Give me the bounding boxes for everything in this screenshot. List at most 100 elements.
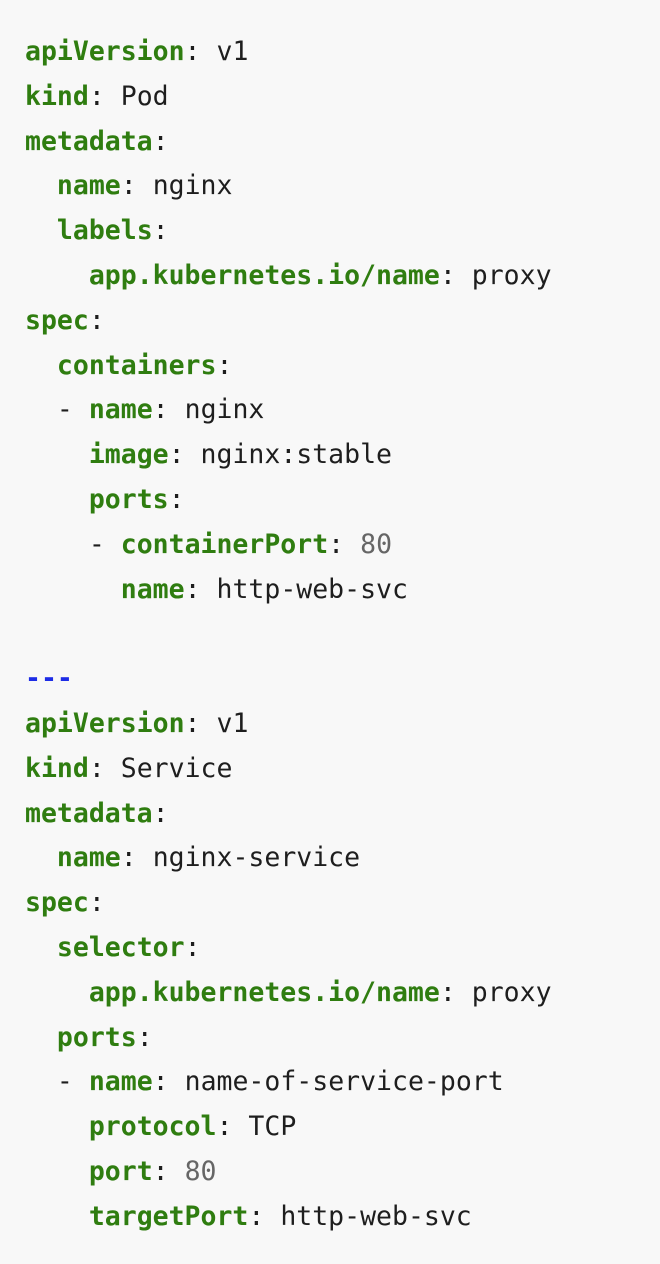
colon: : <box>152 125 169 157</box>
colon: : <box>248 1200 265 1232</box>
code-line: ports: <box>25 1016 660 1061</box>
yaml-key: app.kubernetes.io/name <box>88 259 440 291</box>
yaml-value: nginx:stable <box>200 439 392 471</box>
code-line: - name: name-of-service-port <box>25 1060 660 1105</box>
yaml-code-block: apiVersion: v1 kind: Pod metadata: name: n… <box>0 0 660 1264</box>
yaml-key: metadata <box>25 125 153 157</box>
code-line: app.kubernetes.io/name: proxy <box>25 254 660 299</box>
yaml-key: targetPort <box>88 1200 249 1232</box>
yaml-key: image <box>88 439 169 471</box>
colon: : <box>439 976 456 1008</box>
colon: : <box>152 1066 169 1098</box>
yaml-value: http-web-svc <box>280 1200 472 1232</box>
yaml-key: name <box>56 170 121 202</box>
yaml-key: selector <box>56 931 185 963</box>
yaml-key: name <box>88 1066 153 1098</box>
yaml-key: name <box>88 394 153 426</box>
colon: : <box>168 483 185 515</box>
colon: : <box>216 1111 233 1143</box>
yaml-number-value: 80 <box>184 1155 217 1187</box>
colon: : <box>439 259 456 291</box>
colon: : <box>184 36 201 67</box>
code-line: name: http-web-svc <box>25 568 660 613</box>
yaml-value: nginx <box>184 394 265 426</box>
yaml-key: protocol <box>88 1111 217 1143</box>
list-dash: - <box>56 394 89 426</box>
code-line: - containerPort: 80 <box>25 523 660 568</box>
colon: : <box>88 304 105 336</box>
yaml-key: ports <box>56 1021 137 1053</box>
yaml-key: spec <box>25 887 89 919</box>
list-dash: - <box>88 528 121 560</box>
colon: : <box>152 797 169 829</box>
yaml-key: spec <box>25 304 89 336</box>
document-separator: --- <box>25 663 73 695</box>
yaml-value: http-web-svc <box>216 573 408 605</box>
yaml-value: Pod <box>120 80 169 112</box>
colon: : <box>184 573 201 605</box>
code-line: name: nginx <box>25 164 660 209</box>
yaml-key: ports <box>88 483 169 515</box>
yaml-value: name-of-service-port <box>184 1066 504 1098</box>
colon: : <box>88 80 105 112</box>
code-line: apiVersion: v1 <box>25 30 660 75</box>
colon: : <box>152 215 169 247</box>
yaml-value: Service <box>120 752 233 784</box>
code-line: ports: <box>25 478 660 523</box>
colon: : <box>152 394 169 426</box>
colon: : <box>120 170 137 202</box>
yaml-key: labels <box>56 215 153 247</box>
yaml-value: proxy <box>471 976 552 1008</box>
yaml-key: kind <box>25 752 89 784</box>
code-line: - name: nginx <box>25 388 660 433</box>
colon: : <box>88 887 105 919</box>
code-line: spec: <box>25 881 660 926</box>
list-dash: - <box>56 1066 89 1098</box>
code-line: labels: <box>25 209 660 254</box>
code-line: kind: Pod <box>25 75 660 120</box>
yaml-value: v1 <box>216 707 249 739</box>
yaml-key: app.kubernetes.io/name <box>88 976 440 1008</box>
yaml-key: kind <box>25 80 89 112</box>
code-line: apiVersion: v1 <box>25 702 660 747</box>
colon: : <box>136 1021 153 1053</box>
yaml-value: proxy <box>471 259 552 291</box>
yaml-key: name <box>120 573 185 605</box>
yaml-key: name <box>56 842 121 874</box>
code-line: metadata: <box>25 792 660 837</box>
code-line: kind: Service <box>25 747 660 792</box>
colon: : <box>216 349 233 381</box>
yaml-value: nginx <box>152 170 233 202</box>
yaml-value: nginx-service <box>152 842 361 874</box>
colon: : <box>184 931 201 963</box>
yaml-key: apiVersion <box>25 36 185 67</box>
code-line: selector: <box>25 926 660 971</box>
code-line: name: nginx-service <box>25 836 660 881</box>
code-line: protocol: TCP <box>25 1105 660 1150</box>
code-line: targetPort: http-web-svc <box>25 1195 660 1240</box>
colon: : <box>152 1155 169 1187</box>
code-line: app.kubernetes.io/name: proxy <box>25 971 660 1016</box>
colon: : <box>184 707 201 739</box>
yaml-value: v1 <box>216 36 249 67</box>
code-line: spec: <box>25 299 660 344</box>
yaml-key: port <box>88 1155 153 1187</box>
code-line: image: nginx:stable <box>25 433 660 478</box>
yaml-key: apiVersion <box>25 707 185 739</box>
